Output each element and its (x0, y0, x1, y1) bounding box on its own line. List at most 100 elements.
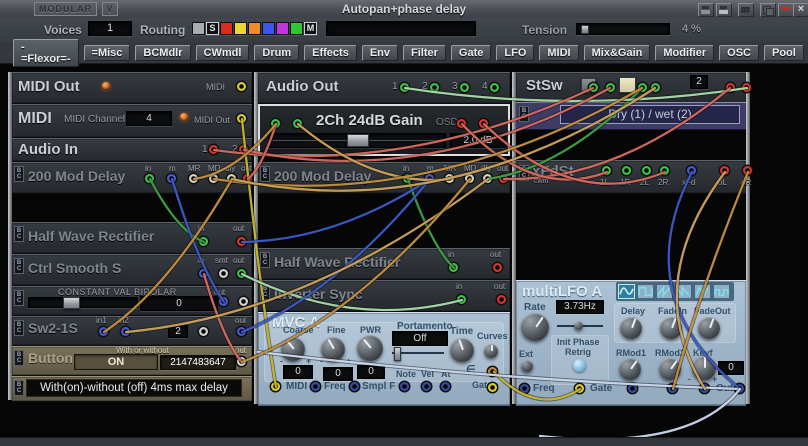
port-or[interactable] (743, 166, 752, 175)
saw-up-wave-icon[interactable] (656, 284, 673, 299)
retrig-button[interactable] (573, 359, 586, 372)
port-out-2[interactable] (430, 83, 439, 92)
button-value[interactable]: 2147483647 (160, 355, 236, 370)
port-mod-3[interactable] (700, 384, 709, 393)
menu-midi[interactable]: MIDI (539, 45, 578, 61)
port-gain-in-2[interactable] (293, 119, 302, 128)
port-audio-in-1[interactable] (209, 145, 218, 154)
fine-knob[interactable] (321, 337, 345, 361)
port-stsw-2[interactable] (606, 83, 615, 92)
port-ol[interactable] (720, 166, 729, 175)
tension-slider-handle[interactable] (581, 25, 589, 34)
constant-slider[interactable] (28, 297, 138, 308)
constant-value[interactable]: 0 (140, 296, 218, 311)
copy-pages-icon[interactable] (760, 3, 776, 17)
port-stsw-1[interactable] (589, 83, 598, 92)
port-mr[interactable] (445, 174, 454, 183)
port-stsw-3[interactable] (638, 83, 647, 92)
port-out[interactable] (735, 384, 744, 393)
menu-effects[interactable]: Effects (304, 45, 357, 61)
minimize-icon[interactable] (778, 3, 794, 17)
gain-value[interactable]: 2.0 dB (450, 133, 506, 148)
port-xfd[interactable] (687, 166, 696, 175)
triangle-wave-icon[interactable] (694, 284, 711, 299)
port-in[interactable] (449, 263, 458, 272)
keyf-value[interactable]: 0 (718, 361, 744, 375)
delay-knob[interactable] (620, 317, 642, 339)
menu-drum[interactable]: Drum (254, 45, 299, 61)
port-stsw-out-r[interactable] (742, 83, 751, 92)
port-gate-event[interactable] (488, 367, 497, 376)
port-out[interactable] (243, 174, 252, 183)
on-toggle-button[interactable]: ON (74, 354, 158, 370)
tension-slider[interactable] (576, 23, 670, 35)
port-m[interactable] (425, 174, 434, 183)
routing-swatch-green[interactable] (290, 22, 303, 35)
saw-down-wave-icon[interactable] (675, 284, 692, 299)
port-aux[interactable] (239, 297, 248, 306)
port-gate[interactable] (488, 383, 497, 392)
port-midi-out[interactable] (237, 114, 246, 123)
port-in[interactable] (199, 269, 208, 278)
port-m[interactable] (167, 174, 176, 183)
rate-fine-handle[interactable] (574, 321, 583, 330)
port-note[interactable] (400, 382, 409, 391)
fadeout-knob[interactable] (698, 317, 720, 339)
rmod1-knob[interactable] (619, 358, 641, 380)
port-vel[interactable] (422, 382, 431, 391)
port-2l[interactable] (642, 166, 651, 175)
port-in[interactable] (199, 237, 208, 246)
port-gain-in-1[interactable] (271, 119, 280, 128)
port-out[interactable] (499, 174, 508, 183)
pwr-value[interactable]: 0 (357, 365, 385, 379)
save-icon[interactable] (698, 3, 714, 17)
port-out[interactable] (219, 297, 228, 306)
pwr-knob[interactable] (357, 335, 383, 361)
port-out[interactable] (237, 269, 246, 278)
menu-cwmdl[interactable]: CWmdl (196, 45, 250, 61)
port-2r[interactable] (660, 166, 669, 175)
port-freq[interactable] (520, 384, 529, 393)
menu-lfo[interactable]: LFO (496, 45, 534, 61)
fine-value[interactable]: 0 (323, 367, 353, 381)
port-md[interactable] (209, 174, 218, 183)
routing-mute-button[interactable]: M (304, 22, 317, 35)
port-dly[interactable] (227, 174, 236, 183)
coarse-knob[interactable] (281, 337, 305, 361)
menu-mixgain[interactable]: Mix&Gain (584, 45, 651, 61)
menu-misc[interactable]: =Misc (84, 45, 131, 61)
port-1r[interactable] (622, 166, 631, 175)
port-stsw-out-l[interactable] (726, 83, 735, 92)
ext-button[interactable] (521, 360, 533, 372)
routing-swatch-orange[interactable] (248, 22, 261, 35)
rate-value[interactable]: 3.73Hz (556, 300, 604, 314)
port-out[interactable] (237, 237, 246, 246)
close-icon[interactable]: × (793, 3, 808, 17)
port-stsw-4[interactable] (651, 83, 660, 92)
menu-osc[interactable]: OSC (719, 45, 759, 61)
routing-swatch-blue[interactable] (262, 22, 275, 35)
step-wave-icon[interactable] (713, 284, 730, 299)
menu-pool[interactable]: Pool (764, 45, 804, 61)
stsw-button-b[interactable] (619, 77, 636, 93)
port-audio-in-2[interactable] (239, 145, 248, 154)
gain-slider[interactable] (268, 133, 446, 148)
switch-count-value[interactable]: 2 (168, 325, 188, 338)
menu-bcmdlr[interactable]: BCMdlr (135, 45, 190, 61)
port-out-3[interactable] (460, 83, 469, 92)
port-out[interactable] (493, 263, 502, 272)
port-1l[interactable] (602, 166, 611, 175)
time-knob[interactable] (450, 338, 474, 362)
fadein-knob[interactable] (660, 317, 682, 339)
stsw-count-value[interactable]: 2 (690, 75, 708, 89)
portamento-select[interactable]: Off (392, 331, 448, 346)
routing-swatch-gray[interactable] (192, 22, 205, 35)
square-wave-icon[interactable] (637, 284, 654, 299)
sine-wave-icon[interactable] (618, 284, 635, 299)
port-at[interactable] (441, 382, 450, 391)
port-gain-out-2[interactable] (479, 119, 488, 128)
name-field[interactable] (326, 21, 476, 36)
rmod2-knob[interactable] (659, 358, 681, 380)
menu-gate[interactable]: Gate (451, 45, 491, 61)
portamento-slider-handle[interactable] (394, 347, 401, 361)
